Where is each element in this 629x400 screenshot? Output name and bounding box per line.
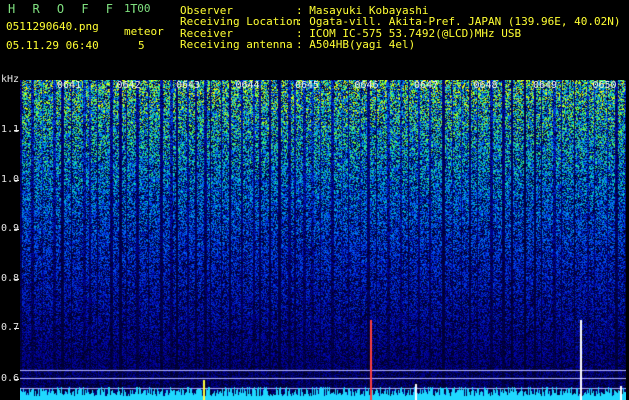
- app-brand: H R O F F T: [8, 2, 143, 16]
- time-label: 0642: [116, 80, 141, 91]
- frequency-unit-label: kHz: [1, 74, 20, 85]
- spectrogram-view[interactable]: [20, 80, 626, 400]
- header-panel: H R O F F T 1.00 0511290640.png meteor 5…: [0, 0, 629, 80]
- frequency-tick: [14, 130, 19, 131]
- time-label: 0649: [533, 80, 558, 91]
- image-filename: 0511290640.png: [6, 20, 99, 33]
- time-label: 0646: [354, 80, 379, 91]
- frequency-tick: [14, 379, 19, 380]
- station-info: Observer: Masayuki Kobayashi Receiving L…: [180, 4, 621, 52]
- frequency-tick: [14, 229, 19, 230]
- receiver-row: Receiver: ICOM IC-575 53.7492(@LCD)MHz U…: [180, 27, 621, 40]
- time-label: 0648: [473, 80, 498, 91]
- capture-datetime: 05.11.29 06:40: [6, 39, 99, 52]
- location-row: Receiving Location: Ogata-vill. Akita-Pr…: [180, 15, 621, 28]
- time-label: 0641: [57, 80, 82, 91]
- time-label: 0650: [592, 80, 617, 91]
- meteor-count: 5: [138, 39, 145, 52]
- time-label: 0643: [176, 80, 201, 91]
- time-label: 0644: [235, 80, 260, 91]
- antenna-row: Receiving antenna: A504HB(yagi 4el): [180, 38, 621, 52]
- frequency-tick: [14, 279, 19, 280]
- meteor-label: meteor: [124, 25, 164, 38]
- frequency-tick: [14, 328, 19, 329]
- antenna-value: : A504HB(yagi 4el): [296, 38, 416, 52]
- observer-row: Observer: Masayuki Kobayashi: [180, 4, 621, 17]
- spectrogram-canvas[interactable]: [20, 80, 626, 400]
- antenna-key: Receiving antenna: [180, 38, 293, 52]
- app-version: 1.00: [124, 2, 151, 15]
- time-label: 0645: [295, 80, 320, 91]
- time-label: 0647: [414, 80, 439, 91]
- frequency-tick: [14, 180, 19, 181]
